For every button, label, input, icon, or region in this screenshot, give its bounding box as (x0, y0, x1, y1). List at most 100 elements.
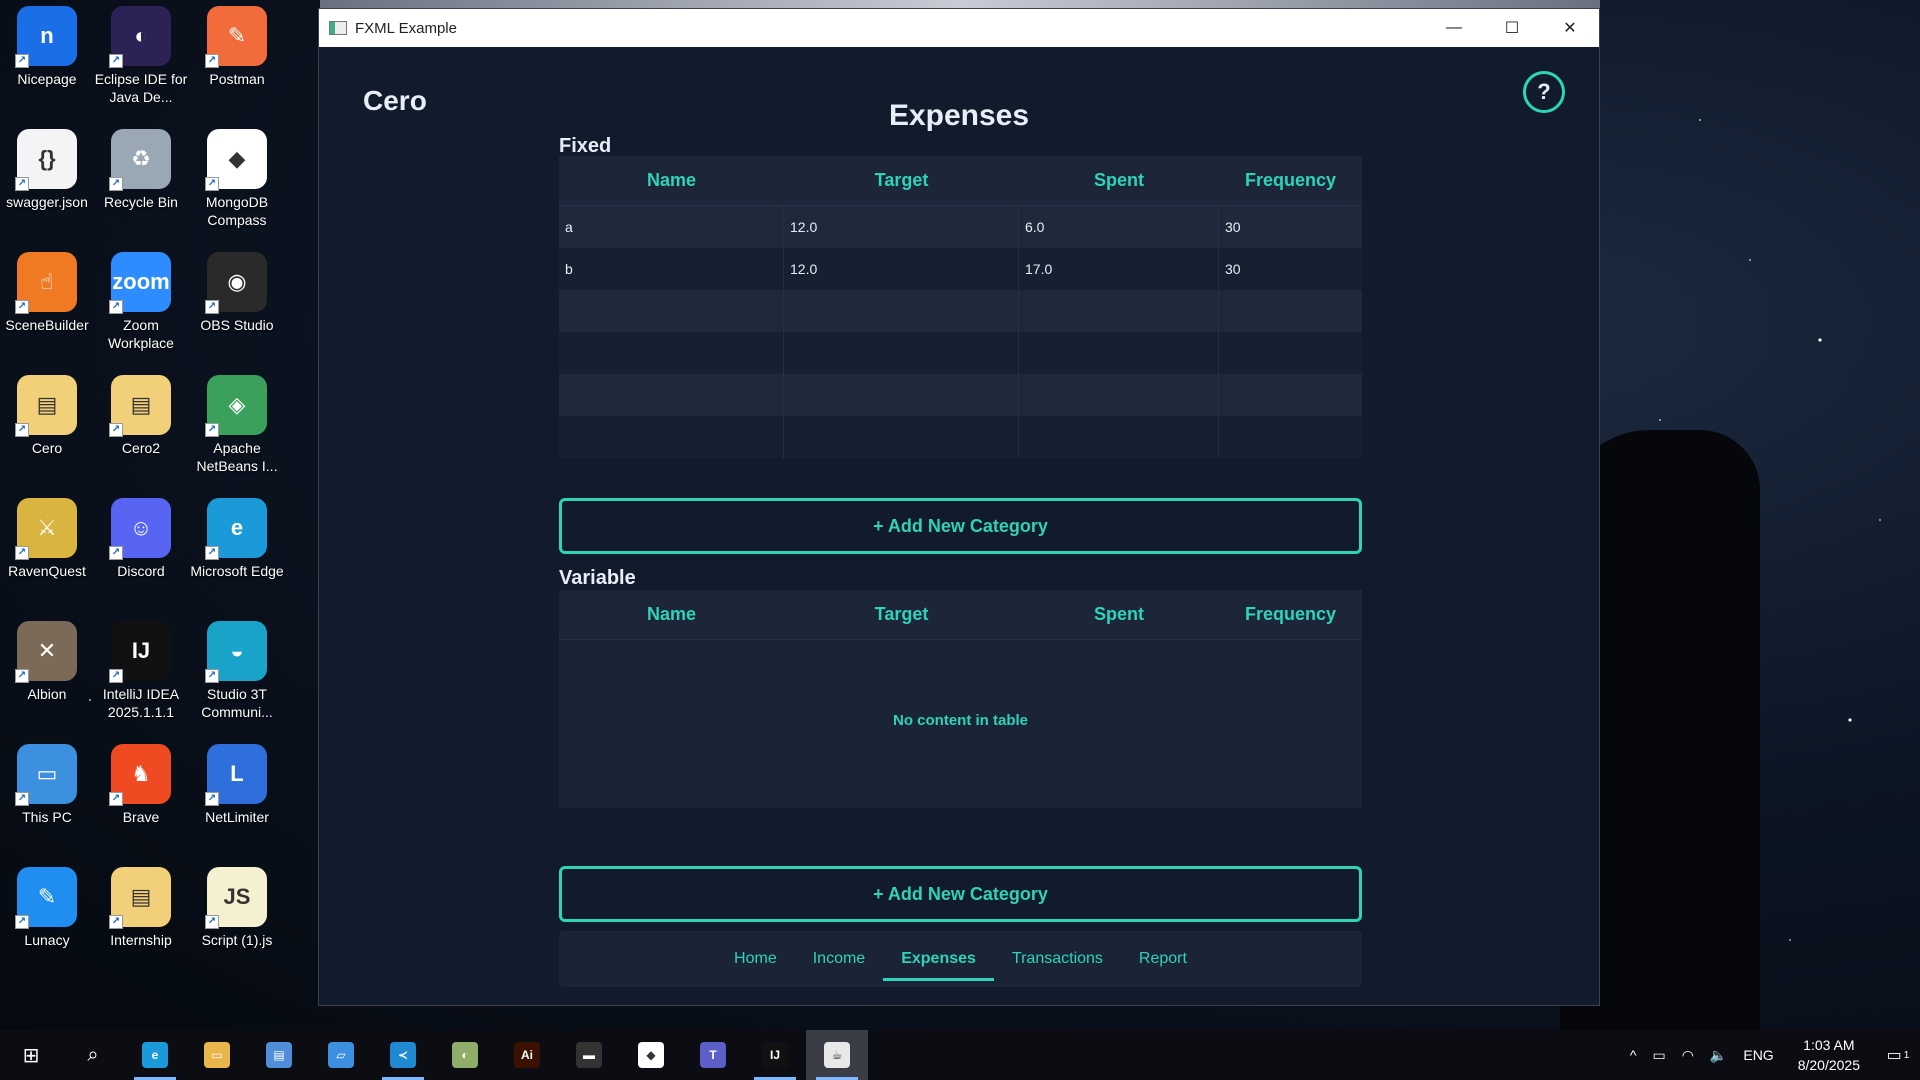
mongodb-taskbar-icon[interactable]: ◆ (620, 1030, 682, 1080)
table-row[interactable]: a 12.0 6.0 30 (559, 206, 1362, 248)
table-row[interactable] (559, 332, 1362, 374)
table-cell[interactable] (559, 290, 784, 332)
add-fixed-category-button[interactable]: + Add New Category (559, 498, 1362, 554)
table-cell[interactable] (784, 416, 1019, 458)
table-cell[interactable] (559, 332, 784, 374)
nav-home[interactable]: Home (716, 931, 795, 987)
desktop-icon-mongodb-compass[interactable]: ◆ ↗ MongoDB Compass (190, 123, 284, 239)
column-header-target[interactable]: Target (784, 590, 1019, 639)
table-cell[interactable] (1019, 332, 1219, 374)
column-header-target[interactable]: Target (784, 156, 1019, 205)
nav-income[interactable]: Income (795, 931, 883, 987)
table-cell[interactable] (1019, 374, 1219, 416)
desktop-icon-recycle-bin[interactable]: ♻ ↗ Recycle Bin (94, 123, 188, 239)
table-row[interactable] (559, 416, 1362, 458)
table-cell[interactable] (784, 332, 1019, 374)
column-header-frequency[interactable]: Frequency (1219, 590, 1362, 639)
search-icon[interactable]: ⌕ (62, 1030, 124, 1080)
vscode-icon[interactable]: ≺ (372, 1030, 434, 1080)
desktop-icon-studio-3t-communi[interactable]: ◒ ↗ Studio 3T Communi... (190, 615, 284, 731)
add-variable-category-button[interactable]: + Add New Category (559, 866, 1362, 922)
nav-transactions[interactable]: Transactions (994, 931, 1121, 987)
close-button[interactable]: ✕ (1541, 9, 1599, 47)
desktop-icon-lunacy[interactable]: ✎ ↗ Lunacy (0, 861, 94, 977)
desktop-icon-zoom-workplace[interactable]: zoom ↗ Zoom Workplace (94, 246, 188, 362)
notification-center-button[interactable]: ▭ 1 (1876, 1030, 1920, 1080)
table-cell[interactable] (1219, 290, 1362, 332)
desktop-icon-script-1-js[interactable]: JS ↗ Script (1).js (190, 861, 284, 977)
desktop-icon-albion[interactable]: ✕ ↗ Albion (0, 615, 94, 731)
desktop-icon-eclipse-ide-for-java-de[interactable]: ◐ ↗ Eclipse IDE for Java De... (94, 0, 188, 116)
table-cell[interactable]: 30 (1219, 248, 1362, 290)
column-header-spent[interactable]: Spent (1019, 590, 1219, 639)
table-row[interactable] (559, 374, 1362, 416)
table-cell[interactable] (1219, 332, 1362, 374)
file-explorer-icon[interactable]: ▭ (186, 1030, 248, 1080)
battery-icon[interactable]: ▭ (1644, 1047, 1673, 1064)
table-cell[interactable]: b (559, 248, 784, 290)
column-header-spent[interactable]: Spent (1019, 156, 1219, 205)
nav-expenses[interactable]: Expenses (883, 931, 994, 987)
table-cell[interactable] (1019, 416, 1219, 458)
desktop-icon-internship[interactable]: ▤ ↗ Internship (94, 861, 188, 977)
column-header-frequency[interactable]: Frequency (1219, 156, 1362, 205)
desktop-icon-ravenquest[interactable]: ⚔ ↗ RavenQuest (0, 492, 94, 608)
minimize-button[interactable]: — (1425, 9, 1483, 47)
tray-overflow-chevron-icon[interactable]: ^ (1622, 1047, 1645, 1063)
start-button-icon[interactable]: ⊞ (0, 1030, 62, 1080)
language-indicator[interactable]: ENG (1735, 1047, 1781, 1063)
desktop-icon-brave[interactable]: ♞ ↗ Brave (94, 738, 188, 854)
clock[interactable]: 1:03 AM 8/20/2025 (1782, 1035, 1876, 1075)
desktop-icon-scenebuilder[interactable]: ☝ ↗ SceneBuilder (0, 246, 94, 362)
window-titlebar[interactable]: FXML Example — ☐ ✕ (319, 9, 1599, 47)
app-icon: ▤ ↗ (15, 375, 77, 437)
desktop-icon-nicepage[interactable]: n ↗ Nicepage (0, 0, 94, 116)
remote-desktop-icon[interactable]: ▱ (310, 1030, 372, 1080)
table-cell[interactable]: 30 (1219, 206, 1362, 248)
variable-table[interactable]: Name Target Spent Frequency No content i… (559, 590, 1362, 808)
desktop-icon-cero[interactable]: ▤ ↗ Cero (0, 369, 94, 485)
desktop-icon-swagger-json[interactable]: {} ↗ swagger.json (0, 123, 94, 239)
desktop-icon-microsoft-edge[interactable]: e ↗ Microsoft Edge (190, 492, 284, 608)
table-cell[interactable]: 12.0 (784, 206, 1019, 248)
maximize-button[interactable]: ☐ (1483, 9, 1541, 47)
icon-glyph: ◉ (227, 269, 247, 294)
terminal-icon[interactable]: ▬ (558, 1030, 620, 1080)
control-panel-icon[interactable]: ▤ (248, 1030, 310, 1080)
table-row[interactable] (559, 290, 1362, 332)
table-cell[interactable] (1019, 290, 1219, 332)
table-cell[interactable] (784, 374, 1019, 416)
teams-icon[interactable]: T (682, 1030, 744, 1080)
table-cell[interactable] (784, 290, 1019, 332)
desktop-icon-intellij-idea-2025-1-1-1[interactable]: IJ ↗ IntelliJ IDEA 2025.1.1.1 (94, 615, 188, 731)
edge-taskbar-icon[interactable]: e (124, 1030, 186, 1080)
java-app-taskbar-icon[interactable]: ☕ (806, 1030, 868, 1080)
desktop-icon-this-pc[interactable]: ▭ ↗ This PC (0, 738, 94, 854)
table-cell[interactable] (559, 374, 784, 416)
column-header-name[interactable]: Name (559, 590, 784, 639)
volume-icon[interactable]: 🔈 (1702, 1047, 1735, 1064)
table-cell[interactable] (1219, 374, 1362, 416)
table-cell[interactable] (559, 416, 784, 458)
table-cell[interactable] (1219, 416, 1362, 458)
desktop-icon-postman[interactable]: ✎ ↗ Postman (190, 0, 284, 116)
desktop-icon-discord[interactable]: ☺ ↗ Discord (94, 492, 188, 608)
desktop-icon-label: Discord (117, 563, 165, 579)
column-header-name[interactable]: Name (559, 156, 784, 205)
wifi-icon[interactable]: ◠ (1674, 1047, 1702, 1064)
table-row[interactable]: b 12.0 17.0 30 (559, 248, 1362, 290)
illustrator-icon[interactable]: Ai (496, 1030, 558, 1080)
desktop-icon-netlimiter[interactable]: L ↗ NetLimiter (190, 738, 284, 854)
fixed-table[interactable]: Name Target Spent Frequency a 12.0 6.0 30 b 1… (559, 156, 1362, 458)
desktop-icon-apache-netbeans-i[interactable]: ◈ ↗ Apache NetBeans I... (190, 369, 284, 485)
nav-report[interactable]: Report (1121, 931, 1205, 987)
intellij-taskbar-icon[interactable]: IJ (744, 1030, 806, 1080)
shortcut-arrow-icon: ↗ (15, 423, 29, 437)
table-cell[interactable]: 17.0 (1019, 248, 1219, 290)
desktop-icon-cero2[interactable]: ▤ ↗ Cero2 (94, 369, 188, 485)
table-cell[interactable]: 6.0 (1019, 206, 1219, 248)
table-cell[interactable]: a (559, 206, 784, 248)
desktop-icon-obs-studio[interactable]: ◉ ↗ OBS Studio (190, 246, 284, 362)
clipboard-app-icon[interactable]: ◐ (434, 1030, 496, 1080)
table-cell[interactable]: 12.0 (784, 248, 1019, 290)
